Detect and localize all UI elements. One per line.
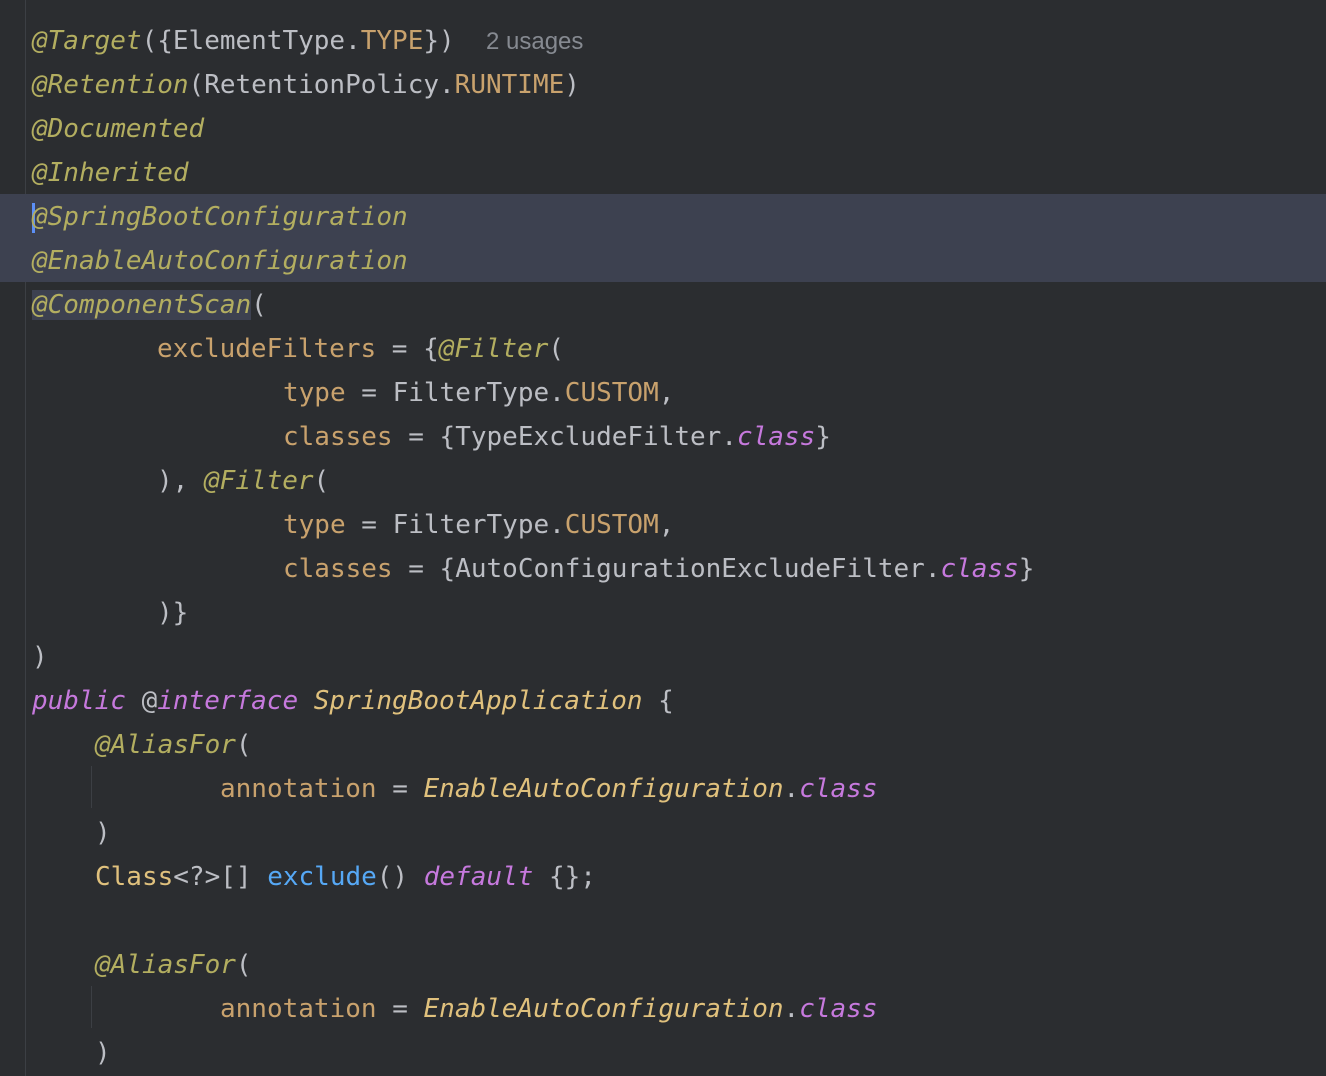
code-line-16[interactable]: public @interface SpringBootApplication … — [32, 679, 674, 723]
usages-hint[interactable]: 2 usages — [486, 28, 583, 55]
code-line-8[interactable]: excludeFilters = {@Filter( — [157, 327, 564, 371]
annotation-token: @Target — [32, 26, 142, 56]
gutter-divider — [25, 0, 26, 1076]
code-line-24[interactable]: ) — [95, 1031, 111, 1075]
class-name: SpringBootApplication — [313, 686, 643, 716]
method-name: exclude — [267, 862, 377, 892]
code-line-17[interactable]: @AliasFor( — [95, 723, 252, 767]
code-line-15[interactable]: ) — [32, 635, 48, 679]
code-line-18[interactable]: annotation = EnableAutoConfiguration.cla… — [220, 767, 877, 811]
code-line-4[interactable]: @Inherited — [32, 151, 189, 195]
code-editor[interactable]: @Target({ElementType.TYPE}) 2 usages @Re… — [0, 0, 1326, 1076]
indent-guide — [91, 986, 92, 1028]
code-line-11[interactable]: ), @Filter( — [157, 459, 329, 503]
code-line-12[interactable]: type = FilterType.CUSTOM, — [283, 503, 674, 547]
code-line-10[interactable]: classes = {TypeExcludeFilter.class} — [283, 415, 831, 459]
code-line-13[interactable]: classes = {AutoConfigurationExcludeFilte… — [283, 547, 1034, 591]
code-line-2[interactable]: @Retention(RetentionPolicy.RUNTIME) — [32, 63, 580, 107]
code-line-1[interactable]: @Target({ElementType.TYPE}) 2 usages — [32, 19, 583, 63]
code-line-19[interactable]: ) — [95, 811, 111, 855]
code-line-6[interactable]: @EnableAutoConfiguration — [32, 239, 408, 283]
code-line-22[interactable]: @AliasFor( — [95, 943, 252, 987]
indent-guide — [91, 766, 92, 808]
code-line-23[interactable]: annotation = EnableAutoConfiguration.cla… — [220, 987, 877, 1031]
code-line-20[interactable]: Class<?>[] exclude() default {}; — [95, 855, 596, 899]
code-line-3[interactable]: @Documented — [32, 107, 204, 151]
code-line-14[interactable]: )} — [157, 591, 188, 635]
code-line-9[interactable]: type = FilterType.CUSTOM, — [283, 371, 674, 415]
code-line-7[interactable]: @ComponentScan( — [32, 283, 267, 327]
code-line-5[interactable]: @SpringBootConfiguration — [32, 195, 408, 239]
